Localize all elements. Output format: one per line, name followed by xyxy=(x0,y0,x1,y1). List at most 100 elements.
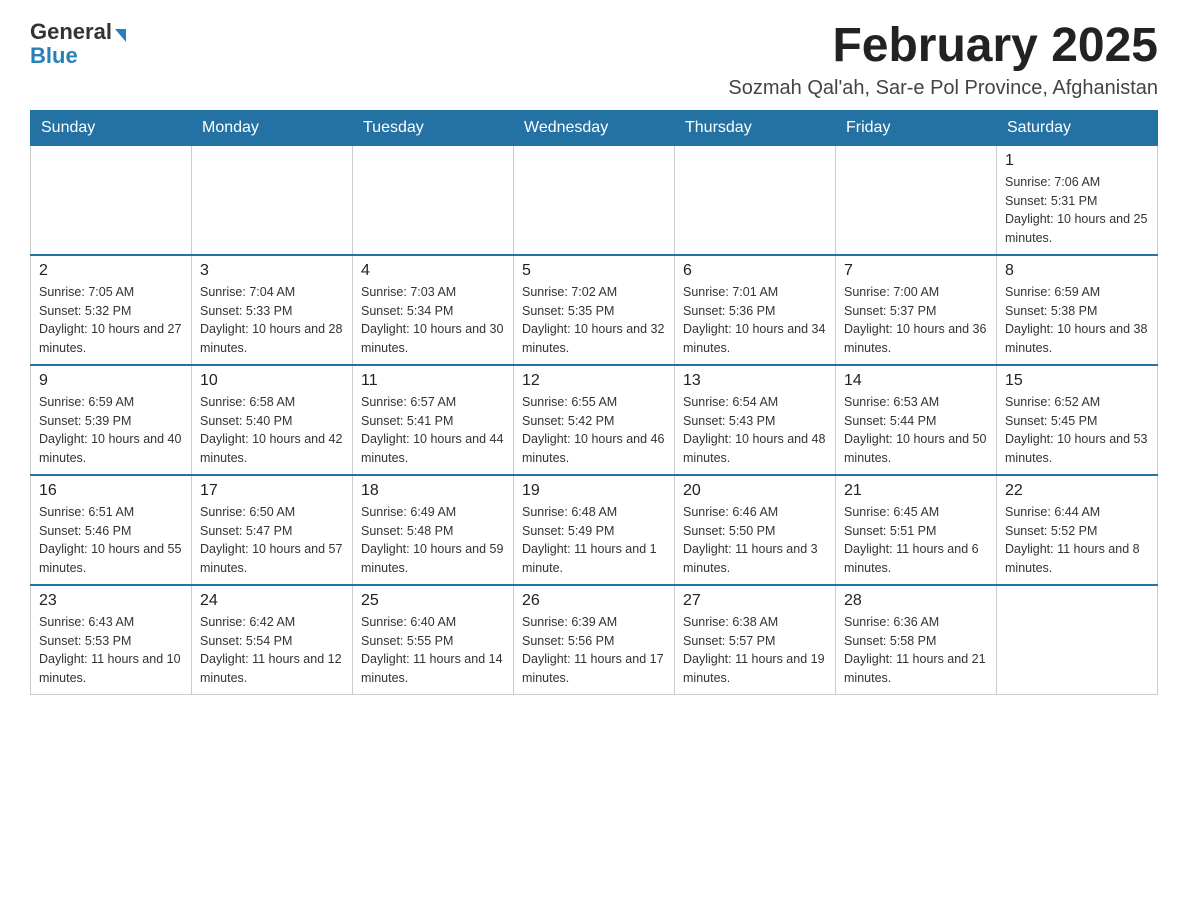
day-info: Sunrise: 7:06 AM Sunset: 5:31 PM Dayligh… xyxy=(1005,173,1149,248)
day-info: Sunrise: 7:04 AM Sunset: 5:33 PM Dayligh… xyxy=(200,283,344,358)
calendar-cell: 8Sunrise: 6:59 AM Sunset: 5:38 PM Daylig… xyxy=(997,255,1158,365)
day-number: 6 xyxy=(683,262,827,280)
day-info: Sunrise: 7:05 AM Sunset: 5:32 PM Dayligh… xyxy=(39,283,183,358)
calendar-cell: 22 Sunrise: 6:44 AM Sunset: 5:52 PM Dayli… xyxy=(997,475,1158,585)
day-number: 5 xyxy=(522,262,666,280)
day-info: Sunrise: 6:38 AM Sunset: 5:57 PM Dayligh… xyxy=(683,613,827,688)
calendar-cell: 24 Sunrise: 6:42 AM Sunset: 5:54 PM Dayli… xyxy=(192,585,353,695)
day-number: 17 xyxy=(200,482,344,500)
calendar-cell: 9 Sunrise: 6:59 AM Sunset: 5:39 PM Daylig… xyxy=(31,365,192,475)
weekday-header-sunday: Sunday xyxy=(31,110,192,145)
day-info: Sunrise: 6:50 AM Sunset: 5:47 PM Dayligh… xyxy=(200,503,344,578)
day-number: 14 xyxy=(844,372,988,390)
calendar-week-row: 16 Sunrise: 6:51 AM Sunset: 5:46 PM Dayli… xyxy=(31,475,1158,585)
day-info: Sunrise: 7:03 AM Sunset: 5:34 PM Dayligh… xyxy=(361,283,505,358)
day-info: Sunrise: 6:55 AM Sunset: 5:42 PM Dayligh… xyxy=(522,393,666,468)
day-number: 16 xyxy=(39,482,183,500)
calendar-cell: 11 Sunrise: 6:57 AM Sunset: 5:41 PM Dayli… xyxy=(353,365,514,475)
calendar-cell xyxy=(514,145,675,255)
weekday-header-row: SundayMondayTuesdayWednesdayThursdayFrid… xyxy=(31,110,1158,145)
calendar-cell: 27 Sunrise: 6:38 AM Sunset: 5:57 PM Dayli… xyxy=(675,585,836,695)
day-number: 2 xyxy=(39,262,183,280)
calendar-cell: 18 Sunrise: 6:49 AM Sunset: 5:48 PM Dayli… xyxy=(353,475,514,585)
calendar-week-row: 9 Sunrise: 6:59 AM Sunset: 5:39 PM Daylig… xyxy=(31,365,1158,475)
day-number: 11 xyxy=(361,372,505,390)
calendar-table: SundayMondayTuesdayWednesdayThursdayFrid… xyxy=(30,110,1158,695)
day-number: 7 xyxy=(844,262,988,280)
calendar-cell: 26 Sunrise: 6:39 AM Sunset: 5:56 PM Dayli… xyxy=(514,585,675,695)
day-number: 20 xyxy=(683,482,827,500)
day-number: 21 xyxy=(844,482,988,500)
day-info: Sunrise: 6:57 AM Sunset: 5:41 PM Dayligh… xyxy=(361,393,505,468)
calendar-cell xyxy=(997,585,1158,695)
day-number: 22 xyxy=(1005,482,1149,500)
calendar-cell: 23Sunrise: 6:43 AM Sunset: 5:53 PM Dayli… xyxy=(31,585,192,695)
day-info: Sunrise: 6:53 AM Sunset: 5:44 PM Dayligh… xyxy=(844,393,988,468)
calendar-cell: 4 Sunrise: 7:03 AM Sunset: 5:34 PM Daylig… xyxy=(353,255,514,365)
day-info: Sunrise: 6:48 AM Sunset: 5:49 PM Dayligh… xyxy=(522,503,666,578)
day-number: 26 xyxy=(522,592,666,610)
day-number: 25 xyxy=(361,592,505,610)
day-info: Sunrise: 6:52 AM Sunset: 5:45 PM Dayligh… xyxy=(1005,393,1149,468)
day-info: Sunrise: 6:49 AM Sunset: 5:48 PM Dayligh… xyxy=(361,503,505,578)
calendar-cell: 6 Sunrise: 7:01 AM Sunset: 5:36 PM Daylig… xyxy=(675,255,836,365)
calendar-cell: 13 Sunrise: 6:54 AM Sunset: 5:43 PM Dayli… xyxy=(675,365,836,475)
calendar-cell xyxy=(675,145,836,255)
day-info: Sunrise: 6:42 AM Sunset: 5:54 PM Dayligh… xyxy=(200,613,344,688)
day-info: Sunrise: 7:02 AM Sunset: 5:35 PM Dayligh… xyxy=(522,283,666,358)
calendar-cell: 20Sunrise: 6:46 AM Sunset: 5:50 PM Dayli… xyxy=(675,475,836,585)
calendar-cell xyxy=(31,145,192,255)
calendar-cell: 16 Sunrise: 6:51 AM Sunset: 5:46 PM Dayli… xyxy=(31,475,192,585)
day-number: 10 xyxy=(200,372,344,390)
day-number: 12 xyxy=(522,372,666,390)
calendar-cell: 3 Sunrise: 7:04 AM Sunset: 5:33 PM Daylig… xyxy=(192,255,353,365)
day-info: Sunrise: 6:39 AM Sunset: 5:56 PM Dayligh… xyxy=(522,613,666,688)
day-number: 28 xyxy=(844,592,988,610)
calendar-cell: 15Sunrise: 6:52 AM Sunset: 5:45 PM Dayli… xyxy=(997,365,1158,475)
day-info: Sunrise: 6:44 AM Sunset: 5:52 PM Dayligh… xyxy=(1005,503,1149,578)
day-number: 19 xyxy=(522,482,666,500)
calendar-cell: 17 Sunrise: 6:50 AM Sunset: 5:47 PM Dayli… xyxy=(192,475,353,585)
logo-general-text: General xyxy=(30,20,112,44)
day-info: Sunrise: 6:40 AM Sunset: 5:55 PM Dayligh… xyxy=(361,613,505,688)
calendar-week-row: 23Sunrise: 6:43 AM Sunset: 5:53 PM Dayli… xyxy=(31,585,1158,695)
day-number: 23 xyxy=(39,592,183,610)
day-info: Sunrise: 7:00 AM Sunset: 5:37 PM Dayligh… xyxy=(844,283,988,358)
calendar-cell xyxy=(192,145,353,255)
logo: General Blue xyxy=(30,20,126,68)
page-header: General Blue February 2025 Sozmah Qal'ah… xyxy=(30,20,1158,100)
calendar-week-row: 2 Sunrise: 7:05 AM Sunset: 5:32 PM Daylig… xyxy=(31,255,1158,365)
day-number: 3 xyxy=(200,262,344,280)
weekday-header-tuesday: Tuesday xyxy=(353,110,514,145)
calendar-cell: 1 Sunrise: 7:06 AM Sunset: 5:31 PM Daylig… xyxy=(997,145,1158,255)
calendar-cell: 10 Sunrise: 6:58 AM Sunset: 5:40 PM Dayli… xyxy=(192,365,353,475)
month-title: February 2025 xyxy=(728,20,1158,73)
day-number: 27 xyxy=(683,592,827,610)
calendar-week-row: 1 Sunrise: 7:06 AM Sunset: 5:31 PM Daylig… xyxy=(31,145,1158,255)
title-area: February 2025 Sozmah Qal'ah, Sar-e Pol P… xyxy=(728,20,1158,100)
day-number: 13 xyxy=(683,372,827,390)
day-info: Sunrise: 7:01 AM Sunset: 5:36 PM Dayligh… xyxy=(683,283,827,358)
calendar-cell xyxy=(353,145,514,255)
day-number: 4 xyxy=(361,262,505,280)
calendar-cell: 14 Sunrise: 6:53 AM Sunset: 5:44 PM Dayli… xyxy=(836,365,997,475)
day-number: 9 xyxy=(39,372,183,390)
calendar-cell: 28Sunrise: 6:36 AM Sunset: 5:58 PM Dayli… xyxy=(836,585,997,695)
calendar-cell: 7 Sunrise: 7:00 AM Sunset: 5:37 PM Daylig… xyxy=(836,255,997,365)
day-info: Sunrise: 6:51 AM Sunset: 5:46 PM Dayligh… xyxy=(39,503,183,578)
day-number: 1 xyxy=(1005,152,1149,170)
day-number: 18 xyxy=(361,482,505,500)
day-info: Sunrise: 6:59 AM Sunset: 5:39 PM Dayligh… xyxy=(39,393,183,468)
calendar-cell: 21 Sunrise: 6:45 AM Sunset: 5:51 PM Dayli… xyxy=(836,475,997,585)
calendar-cell: 5 Sunrise: 7:02 AM Sunset: 5:35 PM Daylig… xyxy=(514,255,675,365)
calendar-cell xyxy=(836,145,997,255)
calendar-cell: 25 Sunrise: 6:40 AM Sunset: 5:55 PM Dayli… xyxy=(353,585,514,695)
location-subtitle: Sozmah Qal'ah, Sar-e Pol Province, Afgha… xyxy=(728,77,1158,100)
day-number: 24 xyxy=(200,592,344,610)
day-info: Sunrise: 6:54 AM Sunset: 5:43 PM Dayligh… xyxy=(683,393,827,468)
day-info: Sunrise: 6:58 AM Sunset: 5:40 PM Dayligh… xyxy=(200,393,344,468)
calendar-cell: 12 Sunrise: 6:55 AM Sunset: 5:42 PM Dayli… xyxy=(514,365,675,475)
day-info: Sunrise: 6:59 AM Sunset: 5:38 PM Dayligh… xyxy=(1005,283,1149,358)
day-info: Sunrise: 6:45 AM Sunset: 5:51 PM Dayligh… xyxy=(844,503,988,578)
calendar-cell: 19 Sunrise: 6:48 AM Sunset: 5:49 PM Dayli… xyxy=(514,475,675,585)
